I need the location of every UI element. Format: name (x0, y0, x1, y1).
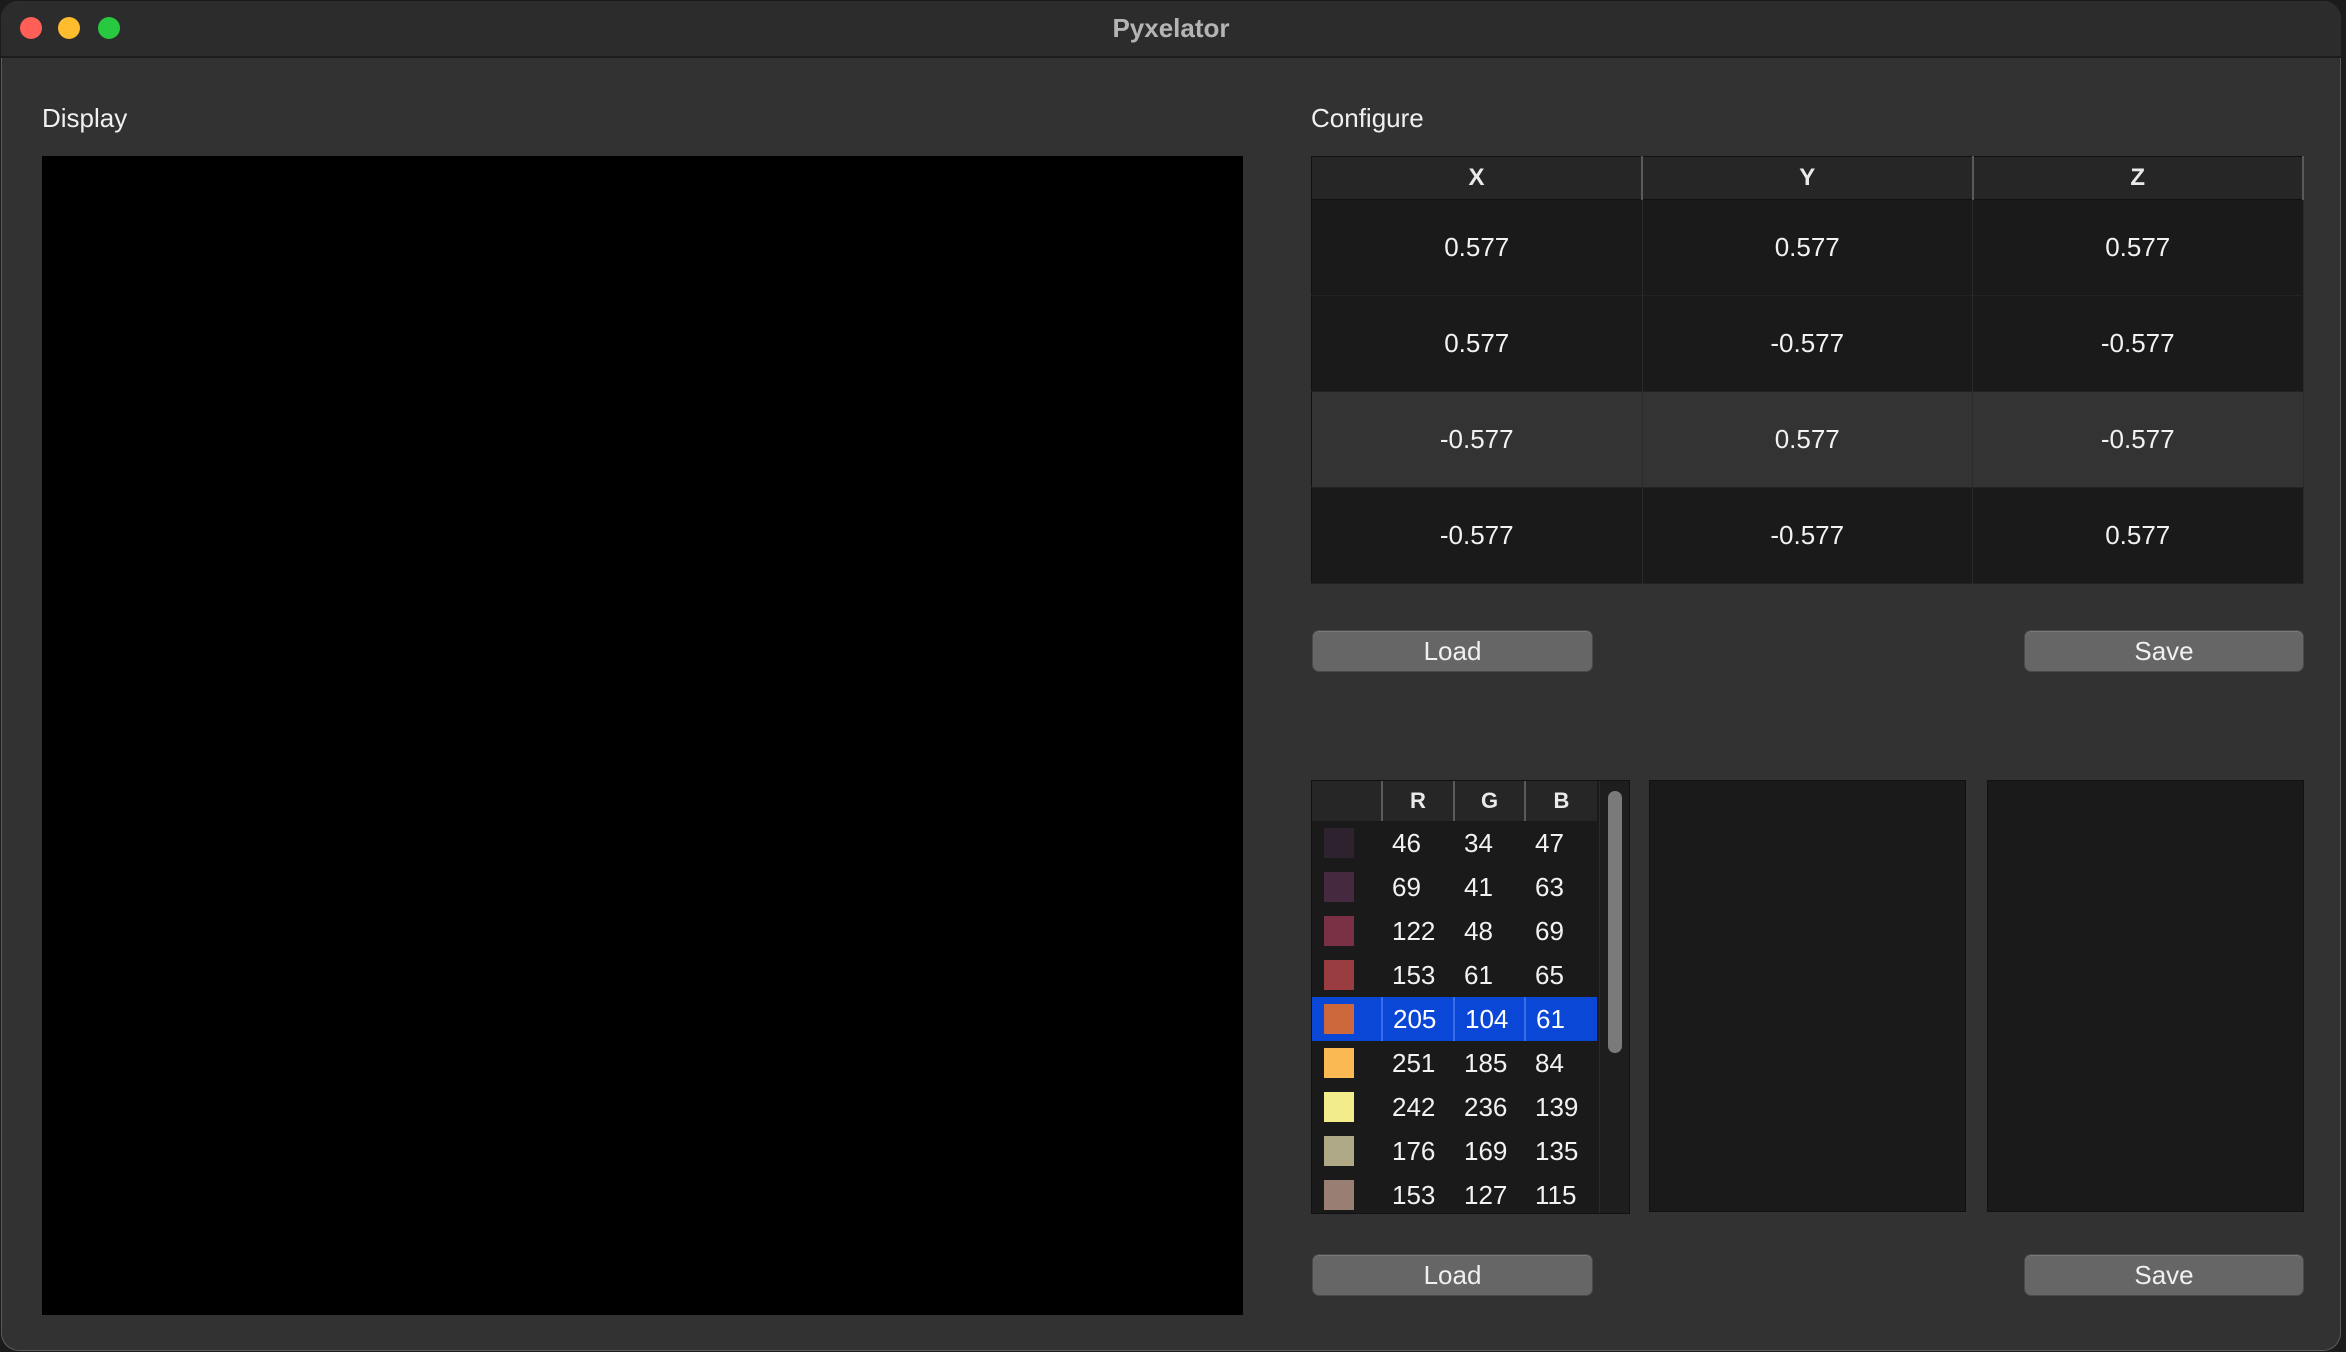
palette-row[interactable]: 46 34 47 (1312, 821, 1597, 865)
table-cell[interactable]: -0.577 (1311, 391, 1643, 488)
table-cell[interactable]: 0.577 (1642, 391, 1973, 488)
table-cell[interactable]: 0.577 (1972, 487, 2304, 584)
palette-row[interactable]: 69 41 63 (1312, 865, 1597, 909)
palette-output-panel (1987, 780, 2304, 1212)
palette-table[interactable]: R G B 46 34 47 69 41 63 122 48 69 153 61 65 205 104 61… (1312, 781, 1597, 1213)
palette-r-cell[interactable]: 153 (1382, 1173, 1454, 1213)
save-palette-button[interactable]: Save (2024, 1254, 2304, 1296)
palette-swatch-cell[interactable] (1312, 1173, 1382, 1213)
palette-swatch-cell[interactable] (1312, 821, 1382, 865)
configure-label: Configure (1311, 103, 1424, 133)
column-header-y[interactable]: Y (1642, 156, 1974, 200)
table-cell[interactable]: 0.577 (1972, 199, 2304, 296)
column-header-b[interactable]: B (1524, 781, 1597, 821)
palette-row[interactable]: 153 61 65 (1312, 953, 1597, 997)
palette-preview-panel (1649, 780, 1966, 1212)
palette-g-cell[interactable]: 61 (1454, 953, 1525, 997)
coordinates-table[interactable]: X Y Z 0.577 0.577 0.577 0.577 -0.577 -0.… (1311, 156, 2304, 584)
palette-row[interactable]: 251 185 84 (1312, 1041, 1597, 1085)
color-swatch (1324, 960, 1354, 990)
palette-row[interactable]: 205 104 61 (1312, 997, 1597, 1041)
palette-b-cell[interactable]: 61 (1524, 997, 1597, 1041)
table-cell[interactable]: -0.577 (1642, 487, 1973, 584)
color-swatch (1324, 1136, 1354, 1166)
palette-b-cell[interactable]: 69 (1525, 909, 1597, 953)
table-cell[interactable]: 0.577 (1642, 199, 1973, 296)
color-swatch (1324, 1004, 1354, 1034)
palette-g-cell[interactable]: 127 (1454, 1173, 1525, 1213)
palette-b-cell[interactable]: 65 (1525, 953, 1597, 997)
palette-r-cell[interactable]: 176 (1382, 1129, 1454, 1173)
palette-r-cell[interactable]: 153 (1382, 953, 1454, 997)
palette-g-cell[interactable]: 34 (1454, 821, 1525, 865)
color-swatch (1324, 1180, 1354, 1210)
table-cell[interactable]: 0.577 (1311, 295, 1643, 392)
table-cell[interactable]: -0.577 (1972, 391, 2304, 488)
palette-r-cell[interactable]: 46 (1382, 821, 1454, 865)
column-header-x[interactable]: X (1311, 156, 1643, 200)
palette-swatch-cell[interactable] (1312, 909, 1382, 953)
palette-swatch-cell[interactable] (1312, 1041, 1382, 1085)
save-coordinates-button[interactable]: Save (2024, 630, 2304, 672)
table-cell[interactable]: 0.577 (1311, 199, 1643, 296)
table-row[interactable]: -0.577 -0.577 0.577 (1311, 487, 2304, 584)
palette-swatch-cell[interactable] (1312, 1129, 1382, 1173)
color-swatch (1324, 828, 1354, 858)
palette-table-panel[interactable]: R G B 46 34 47 69 41 63 122 48 69 153 61 65 205 104 61… (1311, 780, 1630, 1214)
color-swatch (1324, 872, 1354, 902)
palette-header-row: R G B (1312, 781, 1597, 821)
palette-scroll-thumb[interactable] (1608, 791, 1622, 1053)
palette-g-cell[interactable]: 236 (1454, 1085, 1525, 1129)
palette-g-cell[interactable]: 169 (1454, 1129, 1525, 1173)
palette-g-cell[interactable]: 185 (1454, 1041, 1525, 1085)
color-swatch (1324, 1048, 1354, 1078)
color-swatch (1324, 916, 1354, 946)
palette-g-cell[interactable]: 41 (1454, 865, 1525, 909)
palette-row[interactable]: 176 169 135 (1312, 1129, 1597, 1173)
palette-row[interactable]: 122 48 69 (1312, 909, 1597, 953)
load-coordinates-button[interactable]: Load (1312, 630, 1593, 672)
load-palette-button[interactable]: Load (1312, 1254, 1593, 1296)
palette-b-cell[interactable]: 135 (1525, 1129, 1597, 1173)
display-label: Display (42, 103, 128, 133)
window-title: Pyxelator (1112, 13, 1230, 43)
palette-r-cell[interactable]: 122 (1382, 909, 1454, 953)
palette-row[interactable]: 153 127 115 (1312, 1173, 1597, 1213)
palette-g-cell[interactable]: 48 (1454, 909, 1525, 953)
app-window: Pyxelator Display Configure X Y Z 0.577 … (1, 1, 2341, 1351)
palette-swatch-cell[interactable] (1312, 865, 1382, 909)
palette-swatch-cell[interactable] (1312, 1085, 1382, 1129)
title-bar: Pyxelator (1, 1, 2341, 58)
column-header-swatch[interactable] (1312, 781, 1382, 821)
table-cell[interactable]: -0.577 (1642, 295, 1973, 392)
table-row[interactable]: 0.577 0.577 0.577 (1311, 199, 2304, 296)
display-canvas[interactable] (42, 156, 1243, 1315)
palette-r-cell[interactable]: 251 (1382, 1041, 1454, 1085)
table-row[interactable]: 0.577 -0.577 -0.577 (1311, 295, 2304, 392)
palette-b-cell[interactable]: 63 (1525, 865, 1597, 909)
column-header-g[interactable]: G (1453, 781, 1525, 821)
palette-b-cell[interactable]: 47 (1525, 821, 1597, 865)
palette-row[interactable]: 242 236 139 (1312, 1085, 1597, 1129)
palette-swatch-cell[interactable] (1312, 997, 1382, 1041)
table-cell[interactable]: -0.577 (1972, 295, 2304, 392)
table-row[interactable]: -0.577 0.577 -0.577 (1311, 391, 2304, 488)
palette-g-cell[interactable]: 104 (1453, 997, 1525, 1041)
table-cell[interactable]: -0.577 (1311, 487, 1643, 584)
color-swatch (1324, 1092, 1354, 1122)
palette-b-cell[interactable]: 115 (1525, 1173, 1597, 1213)
palette-swatch-cell[interactable] (1312, 953, 1382, 997)
column-header-r[interactable]: R (1381, 781, 1454, 821)
palette-r-cell[interactable]: 205 (1381, 997, 1454, 1041)
palette-scrollbar[interactable] (1599, 781, 1629, 1213)
column-header-z[interactable]: Z (1972, 156, 2304, 200)
coordinates-header-row: X Y Z (1311, 156, 2304, 200)
palette-r-cell[interactable]: 69 (1382, 865, 1454, 909)
palette-b-cell[interactable]: 139 (1525, 1085, 1597, 1129)
palette-r-cell[interactable]: 242 (1382, 1085, 1454, 1129)
palette-b-cell[interactable]: 84 (1525, 1041, 1597, 1085)
